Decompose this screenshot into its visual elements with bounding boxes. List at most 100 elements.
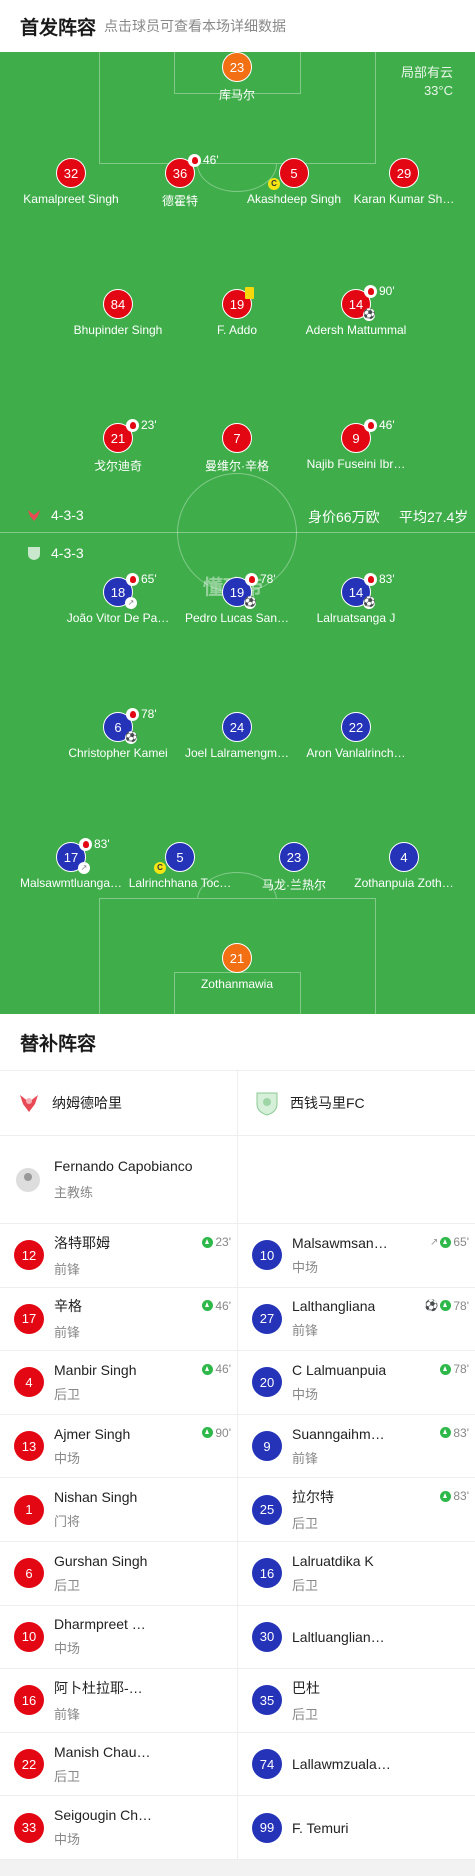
away-bench-player[interactable]: 10 Malsawmsan… 中场 ↗ 65': [237, 1224, 475, 1287]
home-crest-icon: [26, 508, 42, 522]
player-name: Gurshan Singh: [54, 1552, 148, 1569]
coach-avatar-icon: [16, 1167, 40, 1192]
player-name: Dharmpreet …: [54, 1616, 146, 1633]
home-bench-player[interactable]: 1 Nishan Singh 门将: [0, 1478, 237, 1541]
home-bench-player[interactable]: 10 Dharmpreet … 中场: [0, 1606, 237, 1669]
sub-off-icon: [79, 838, 92, 851]
sub-minute: 78': [260, 572, 276, 586]
home-bench-player[interactable]: 22 Manish Chau… 后卫: [0, 1733, 237, 1796]
home-bench-player[interactable]: 33 Seigougin Ch… 中场: [0, 1796, 237, 1859]
player-number: 5: [279, 158, 309, 188]
sub-minute: 23': [215, 1235, 231, 1249]
pitch: 局部有云 33°C 懂球帝 4-3-3 4-3-3 身价66万欧 平均27.4岁…: [0, 52, 475, 1014]
away-bench-player[interactable]: 16 Lalruatdika K 后卫: [237, 1541, 475, 1605]
player-name: 戈尔迪奇: [93, 459, 142, 473]
player-number: 84: [103, 289, 133, 319]
player-position: 前锋: [292, 1450, 319, 1466]
away-bench-player[interactable]: 27 Lalthangliana 前锋 ⚽ 78': [237, 1287, 475, 1351]
sub-event: 23': [202, 1235, 231, 1249]
sub-minute: 83': [453, 1425, 469, 1440]
home-bench-player[interactable]: 12 洛特耶姆前锋 23': [0, 1224, 237, 1287]
sub-minute: 46': [215, 1298, 231, 1313]
player-number: 16: [252, 1558, 282, 1589]
home-bench-player[interactable]: 6 Gurshan Singh 后卫: [0, 1542, 237, 1605]
away-bench-player[interactable]: 9 Suanngaihmu… 前锋 83': [237, 1414, 475, 1478]
player-name: Lalruatsanga J: [316, 611, 396, 625]
temperature-text: 33°C: [423, 83, 453, 98]
player-number: 10: [252, 1240, 282, 1271]
player-position: 后卫: [292, 1516, 319, 1532]
player-name: Ajmer Singh: [54, 1425, 131, 1442]
bench-row: 17 辛格前锋 46' 27 Lalthangliana 前锋 ⚽ 78': [0, 1287, 475, 1352]
sub-event: 78': [440, 1362, 469, 1376]
bench-teams: 纳姆德哈里 西钱马里FC: [0, 1070, 475, 1136]
bench-row: 33 Seigougin Ch… 中场 99 F. Temuri: [0, 1796, 475, 1860]
bench-home-team[interactable]: 纳姆德哈里: [0, 1071, 237, 1135]
weather-text: 局部有云: [400, 65, 453, 80]
player-name: Zothanpuia Zoth…: [354, 876, 454, 890]
player-position: 后卫: [292, 1706, 319, 1722]
away-formation-label: 4-3-3: [26, 545, 84, 561]
player-name: Bhupinder Singh: [73, 323, 163, 337]
bench-row: 16 阿卜杜拉耶-… 前锋 35 巴杜 后卫: [0, 1669, 475, 1733]
player-number: 4: [14, 1367, 44, 1398]
sub-minute: 65': [453, 1235, 469, 1249]
player-position: 后卫: [54, 1768, 81, 1784]
away-bench-player[interactable]: 99 F. Temuri: [237, 1796, 475, 1859]
away-bench-player[interactable]: 25 拉尔特 后卫 83': [237, 1478, 475, 1541]
player-position: 门将: [54, 1514, 81, 1530]
away-bench-player[interactable]: 20 C Lalmuanpuia 中场 78': [237, 1351, 475, 1414]
home-bench-player[interactable]: 16 阿卜杜拉耶-… 前锋: [0, 1669, 237, 1732]
goal-icon: ⚽: [125, 732, 138, 744]
player-name: 辛格: [54, 1298, 82, 1315]
player-name: 阿卜杜拉耶-…: [54, 1679, 143, 1696]
player-name: Lalruatdika K: [292, 1552, 374, 1569]
bench-list: 12 洛特耶姆 前锋 23' 10 Malsawmsan… 中场 ↗ 65' 17 辛格 前锋 46' 2…: [0, 1224, 475, 1860]
bench-away-team[interactable]: 西钱马里FC: [237, 1071, 475, 1135]
player-name: 拉尔特: [292, 1489, 334, 1506]
lineup-header: 首发阵容 点击球员可查看本场详细数据: [0, 0, 475, 52]
bench-section: 替补阵容 纳姆德哈里 西钱马里FC Fernando Capobianco 主教…: [0, 1014, 475, 1860]
player-position: 中场: [54, 1450, 81, 1466]
player-number: 99: [252, 1812, 282, 1843]
bench-row: 4 Manbir Singh 后卫 46' 20 C Lalmuanpuia 中场 78': [0, 1351, 475, 1415]
sub-event: 46': [202, 1362, 231, 1376]
player-position: 中场: [54, 1641, 81, 1657]
bench-row: 12 洛特耶姆前锋 23' 10 Malsawmsan… 中场 ↗ 65': [0, 1224, 475, 1288]
player-number: 17: [14, 1303, 44, 1334]
home-bench-player[interactable]: 17 辛格前锋 46': [0, 1288, 237, 1351]
player-name: Lalthangliana: [292, 1298, 376, 1315]
player-name: 德霍特: [161, 194, 198, 208]
player-number: 27: [252, 1303, 282, 1334]
player-name: Manish Chau…: [54, 1743, 151, 1760]
player-name: Najib Fuseini Ibr…: [306, 457, 406, 471]
player-name: 洛特耶姆: [54, 1234, 110, 1251]
player-number: 21: [222, 943, 252, 973]
home-coach[interactable]: Fernando Capobianco 主教练: [0, 1136, 237, 1223]
sub-event: 83': [440, 1489, 469, 1503]
sub-event: 90': [202, 1426, 231, 1440]
lineup-hint: 点击球员可查看本场详细数据: [104, 18, 287, 34]
player-position: 后卫: [292, 1577, 319, 1593]
bench-row: 1 Nishan Singh 门将 25 拉尔特 后卫 83': [0, 1478, 475, 1542]
player-number: 12: [14, 1240, 44, 1271]
player-name: Lalrinchhana Toc…: [128, 876, 232, 890]
player-name: Pedro Lucas San…: [184, 611, 290, 625]
sub-off-icon: [364, 285, 377, 298]
player-position: 前锋: [54, 1261, 81, 1277]
away-bench-player[interactable]: 30 Laltluangliana…: [237, 1605, 475, 1669]
home-crest-icon: [16, 1090, 42, 1116]
player-position: 前锋: [292, 1323, 319, 1339]
away-bench-player[interactable]: 35 巴杜 后卫: [237, 1669, 475, 1732]
sub-event: ⚽ 78': [425, 1299, 469, 1313]
away-bench-player[interactable]: 74 Lallawmzuala…: [237, 1732, 475, 1796]
lineup-title: 首发阵容: [20, 17, 97, 39]
player-position: 前锋: [54, 1325, 81, 1341]
home-bench-player[interactable]: 13 Ajmer Singh 中场 90': [0, 1415, 237, 1478]
sub-minute: 78': [453, 1362, 469, 1377]
away-team-name: 西钱马里FC: [290, 1095, 365, 1111]
goal-icon: ⚽: [424, 1300, 439, 1313]
player-name: Laltluangliana…: [292, 1628, 392, 1645]
home-bench-player[interactable]: 4 Manbir Singh 后卫 46': [0, 1351, 237, 1414]
sub-on-icon: [202, 1236, 214, 1248]
